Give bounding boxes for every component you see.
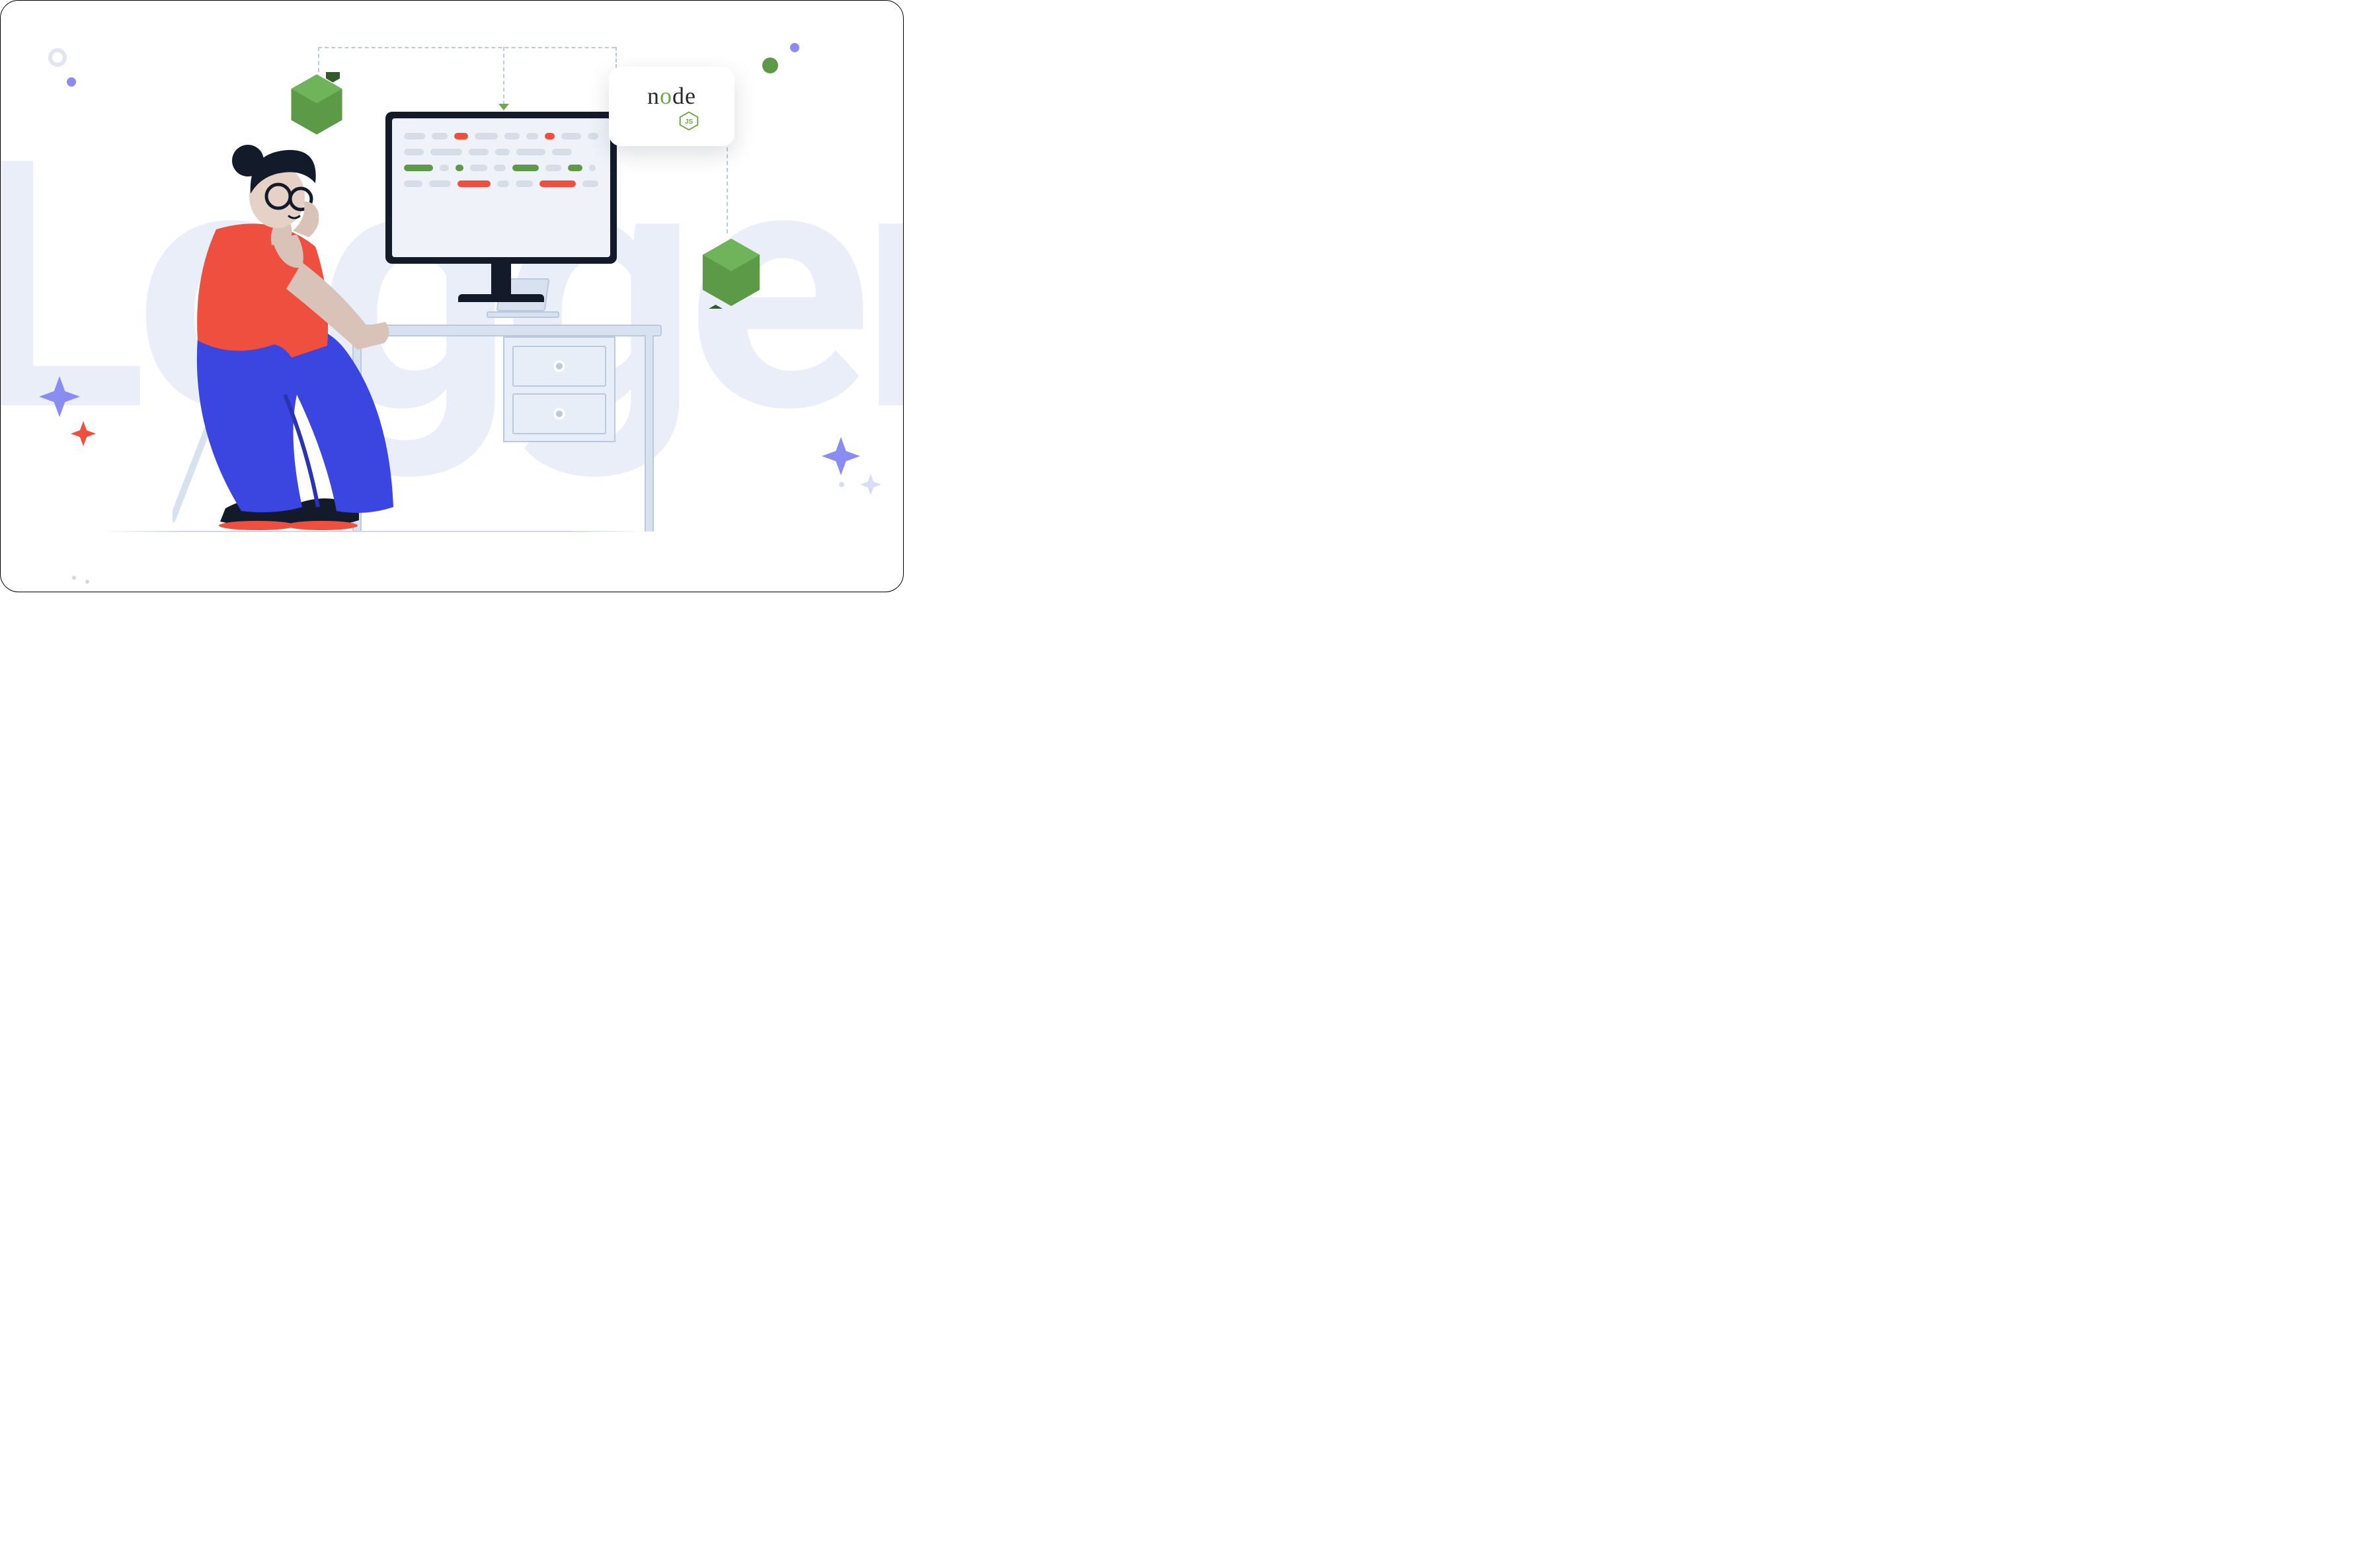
sparkle-lilac-icon bbox=[39, 376, 80, 417]
code-row bbox=[404, 180, 598, 187]
monitor-frame bbox=[385, 112, 617, 264]
code-row bbox=[404, 149, 598, 155]
code-segment bbox=[539, 180, 576, 187]
sparkle-lilac2-icon bbox=[822, 437, 860, 475]
dot-icon bbox=[67, 77, 76, 87]
code-segment bbox=[568, 165, 582, 171]
code-row bbox=[404, 165, 598, 171]
code-segment bbox=[552, 149, 572, 155]
connector-to-monitor bbox=[503, 47, 504, 105]
code-segment bbox=[512, 165, 539, 171]
node-letter: de bbox=[672, 83, 696, 109]
code-segment bbox=[454, 133, 468, 139]
hexagon-left-icon bbox=[288, 72, 346, 137]
dot-green-icon bbox=[762, 58, 778, 73]
drawer-block bbox=[503, 336, 615, 442]
code-segment bbox=[561, 133, 581, 139]
node-letter-o: o bbox=[660, 83, 672, 109]
code-row bbox=[404, 133, 598, 139]
drawer-knob-icon bbox=[553, 408, 565, 420]
connector-top bbox=[318, 47, 615, 48]
sparkle-pale-icon bbox=[860, 474, 881, 495]
monitor-neck bbox=[491, 262, 511, 295]
code-segment bbox=[526, 133, 538, 139]
connector-node-out bbox=[727, 147, 728, 233]
code-segment bbox=[430, 149, 462, 155]
nodejs-hex-icon: JS bbox=[678, 111, 700, 131]
code-segment bbox=[516, 149, 545, 155]
floor-dot1-icon bbox=[72, 576, 76, 580]
code-segment bbox=[504, 133, 520, 139]
code-segment bbox=[589, 165, 596, 171]
dot-small-icon bbox=[839, 482, 844, 487]
code-segment bbox=[495, 149, 510, 155]
person-illustration bbox=[173, 133, 411, 536]
code-segment bbox=[456, 165, 463, 171]
hexagon-right-icon bbox=[699, 236, 764, 309]
code-segment bbox=[429, 180, 452, 187]
code-segment bbox=[470, 165, 487, 171]
code-segment bbox=[545, 133, 555, 139]
nodejs-card: node JS bbox=[609, 67, 734, 146]
nodejs-sub-label: JS bbox=[685, 118, 694, 126]
code-segment bbox=[469, 149, 489, 155]
illustration-canvas: Logger bbox=[0, 0, 904, 592]
floor-dot2-icon bbox=[85, 580, 89, 584]
connector-to-node bbox=[615, 47, 617, 68]
drawer-1 bbox=[512, 346, 606, 387]
code-segment bbox=[516, 180, 533, 187]
code-segment bbox=[432, 133, 448, 139]
code-segment bbox=[494, 165, 506, 171]
laptop-base bbox=[487, 311, 559, 318]
dot-lilac-icon bbox=[790, 43, 799, 52]
drawer-2 bbox=[512, 393, 606, 434]
monitor-base bbox=[458, 294, 544, 302]
code-segment bbox=[475, 133, 498, 139]
desk-leg-right bbox=[645, 335, 654, 531]
code-segment bbox=[545, 165, 561, 171]
code-segment bbox=[457, 180, 491, 187]
code-segment bbox=[497, 180, 509, 187]
code-segment bbox=[582, 180, 598, 187]
node-letter: n bbox=[647, 83, 660, 109]
drawer-knob-icon bbox=[553, 360, 565, 372]
monitor bbox=[385, 112, 617, 310]
sparkle-red-icon bbox=[71, 421, 96, 446]
nodejs-logo-icon: node JS bbox=[643, 82, 700, 131]
code-segment bbox=[440, 165, 449, 171]
connector-arrow-icon bbox=[498, 104, 509, 110]
circle-outline-icon bbox=[48, 48, 67, 67]
nodejs-wordmark: node bbox=[647, 82, 696, 110]
monitor-screen bbox=[392, 118, 610, 257]
code-segment bbox=[588, 133, 598, 139]
